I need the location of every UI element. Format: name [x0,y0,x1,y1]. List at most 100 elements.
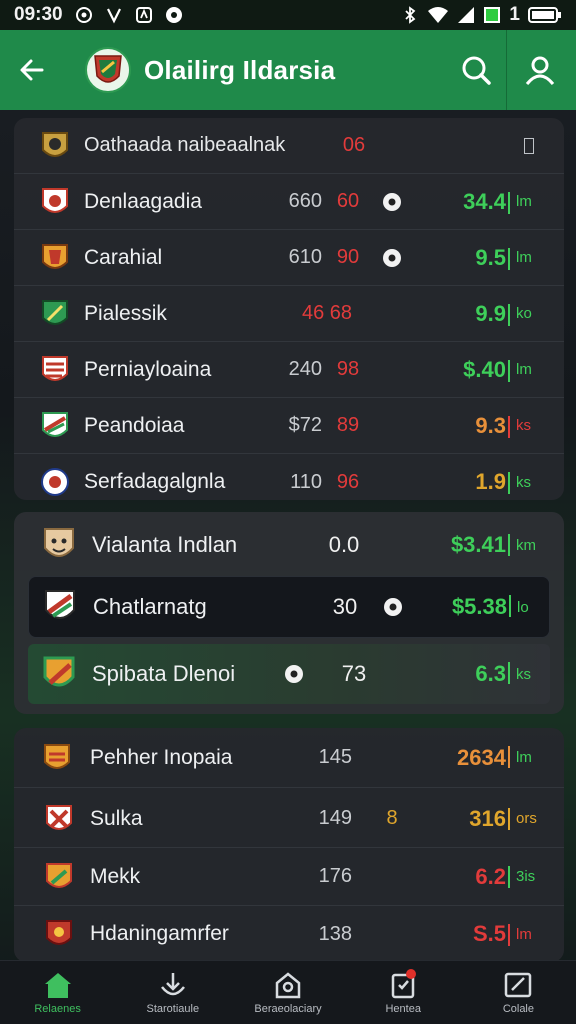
team-crest-icon [42,355,68,381]
user-icon [525,56,555,85]
team-crest-icon [44,743,70,769]
team-mascot-icon [44,528,74,557]
table-row-selected[interactable]: Chatlarnatg 30 $5.38 lo [28,576,550,638]
team-stat: 240 [288,358,322,380]
card-header-title: Oathaada naibeaalnak [84,134,286,156]
table-row[interactable]: Pialessik 46 68 9.9 ko [14,286,564,342]
score-unit: ko [516,305,532,322]
featured-teams-card: Vialanta Indlan 0.0 $3.41 km Chatlarnatg… [14,512,564,714]
team-stat: 73 [341,661,367,686]
nav-stats[interactable]: Starotiaule [115,961,230,1024]
team-name: Serfadagalgnla [84,470,226,493]
table-row[interactable]: Denlaagadia 660 60 34.4 lm [14,174,564,230]
status-bar: 09:30 1 [0,0,576,30]
standings-card-2: Pehher Inopaia 145 2634 lm Sulka 149 8 3… [14,728,564,962]
team-score: 9.3 [475,412,506,438]
app-notification-icon [135,7,152,23]
table-row[interactable]: Mekk 176 6.2 3is [14,848,564,906]
signal-icon [458,7,475,23]
team-name: Denlaagadia [84,189,202,213]
score-divider [508,416,510,438]
team-score: 9.9 [475,300,506,326]
team-stat: 610 [288,246,322,268]
joystick-icon [160,972,185,995]
team-name: Perniayloaina [84,357,212,381]
notification-badge [405,969,416,979]
table-row[interactable]: Vialanta Indlan 0.0 $3.41 km [14,516,564,574]
team-stat: 660 [288,190,322,212]
menu-icon[interactable] [524,137,534,154]
ball-icon [383,248,401,267]
nav-edit[interactable]: Colale [461,961,576,1024]
score-unit: 3is [516,868,536,885]
score-unit: ks [516,417,531,434]
page-title: Olailirg Ildarsia [144,54,336,85]
table-row[interactable]: Serfadagalgnla 110 96 1.9 ks [14,454,564,500]
standings-card-1: Oathaada naibeaalnak 06 Denlaagadia 660 … [14,118,564,500]
team-points: 96 [336,470,360,493]
card-header-row[interactable]: Oathaada naibeaalnak 06 [14,118,564,174]
team-crest-icon [42,299,68,325]
arrow-left-icon [20,59,44,81]
team-name: Hdaningamrfer [90,922,229,945]
table-row[interactable]: Peandoiaa $72 89 9.3 ks [14,398,564,454]
score-unit: ks [516,665,531,683]
team-name: Mekk [90,864,141,888]
team-points: 8 [386,807,398,829]
table-row[interactable]: Spibata Dlenoi 73 6.3 ks [28,644,550,704]
team-score: 6.2 [475,863,506,889]
team-crest-icon [46,862,72,888]
table-row[interactable]: Sulka 149 8 316 ors [14,790,564,848]
score-divider [508,866,510,888]
score-divider [508,192,510,214]
table-row[interactable]: Hdaningamrfer 138 S.5 lm [14,906,564,962]
sync-icon [75,7,92,23]
team-score: 6.3 [475,661,506,686]
team-name: Pialessik [84,301,167,325]
team-stat: $72 [288,414,322,436]
nav-home[interactable]: Relaenes [0,961,115,1024]
team-points: 98 [336,358,360,380]
back-button[interactable] [0,30,64,110]
team-score: 9.5 [475,244,506,270]
bottom-navigation: Relaenes Starotiaule Beraeolaciary Hente… [0,960,576,1024]
team-stat: 138 [318,922,352,945]
team-score: 316 [469,805,506,831]
score-divider [508,662,510,684]
team-score: 34.4 [463,188,506,214]
nav-alerts[interactable]: Hentea [346,961,461,1024]
score-divider [508,924,510,946]
score-divider [509,595,511,617]
team-crest-icon [41,468,69,496]
score-divider [508,248,510,270]
team-points: 60 [336,190,360,212]
search-icon [462,56,491,85]
nav-label: Colale [502,1002,534,1015]
team-points: 89 [336,414,360,436]
wifi-icon [428,7,449,23]
team-score: $.40 [463,356,506,382]
team-stat: 149 [318,807,352,829]
team-stat: 176 [318,865,352,887]
club-crest-logo [85,47,131,93]
team-score: S.5 [472,921,506,946]
nav-club[interactable]: Beraeolaciary [230,961,345,1024]
team-crest-icon [42,243,68,269]
profile-button[interactable] [512,30,568,110]
ball-icon [383,192,401,211]
score-divider [508,746,510,768]
score-divider [508,304,510,326]
team-crest-icon [45,590,75,619]
team-name: Carahial [84,245,163,269]
score-unit: lm [516,361,532,378]
table-row[interactable]: Perniayloaina 240 98 $.40 lm [14,342,564,398]
score-unit: km [516,536,536,554]
table-row[interactable]: Carahial 610 90 9.5 lm [14,230,564,286]
search-button[interactable] [448,30,504,110]
team-crest-icon [46,804,72,830]
table-row[interactable]: Pehher Inopaia 145 2634 lm [14,728,564,788]
team-crest-icon [42,411,68,437]
status-time: 09:30 [14,4,63,25]
score-unit: ks [516,473,531,491]
vpn-icon [106,8,121,24]
